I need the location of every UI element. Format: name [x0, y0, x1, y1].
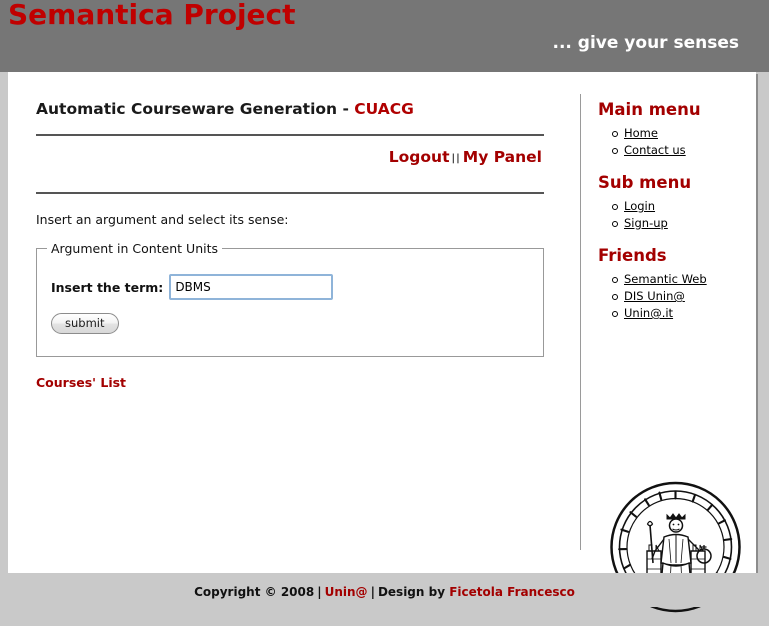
term-row: Insert the term: [47, 264, 533, 300]
sidebar-heading-friends: Friends [598, 246, 748, 269]
site-footer: Copyright © 2008|Unin@|Design by Ficetol… [0, 573, 769, 607]
sidebar-list-friends: Semantic Web DIS Unin@ Unin@.it [598, 269, 748, 322]
footer-copyright: Copyright © 2008 [194, 585, 314, 599]
site-title: Semantica Project [8, 0, 296, 31]
list-item[interactable]: Sign-up [612, 215, 748, 232]
sidebar-list-main-menu: Home Contact us [598, 123, 748, 159]
column-divider [580, 94, 581, 550]
footer-text: Copyright © 2008|Unin@|Design by Ficetol… [0, 585, 769, 599]
argument-fieldset-legend: Argument in Content Units [47, 241, 222, 256]
sidebar-item-unina-it[interactable]: Unin@.it [624, 306, 673, 320]
footer-pipe-2: | [368, 585, 378, 599]
sidebar-heading-sub-menu: Sub menu [598, 173, 748, 196]
my-panel-link[interactable]: My Panel [463, 148, 542, 166]
sidebar-item-dis-unina[interactable]: DIS Unin@ [624, 289, 685, 303]
sidebar-heading-main-menu: Main menu [598, 100, 748, 123]
footer-designer: Ficetola Francesco [449, 585, 575, 599]
auth-separator: || [449, 153, 462, 164]
logout-link[interactable]: Logout [389, 148, 450, 166]
sidebar-item-home[interactable]: Home [624, 126, 658, 140]
footer-pipe-1: | [314, 585, 324, 599]
courses-list-link[interactable]: Courses' List [36, 375, 126, 390]
submit-row: submit [47, 300, 533, 334]
list-item[interactable]: Contact us [612, 142, 748, 159]
site-tagline: ... give your senses [552, 33, 739, 53]
sidebar-item-login[interactable]: Login [624, 199, 655, 213]
sidebar-item-contact-us[interactable]: Contact us [624, 143, 686, 157]
footer-org-link[interactable]: Unin@ [325, 585, 368, 599]
page-title-prefix: Automatic Courseware Generation - [36, 100, 354, 118]
sidebar-list-sub-menu: Login Sign-up [598, 196, 748, 232]
sidebar-block-friends: Friends Semantic Web DIS Unin@ Unin@.it [598, 246, 748, 322]
footer-design-prefix: Design by [378, 585, 449, 599]
term-input[interactable] [169, 274, 333, 300]
sidebar-block-sub-menu: Sub menu Login Sign-up [598, 173, 748, 232]
auth-bar: Logout||My Panel [36, 136, 544, 176]
term-label: Insert the term: [51, 280, 163, 295]
argument-fieldset: Argument in Content Units Insert the ter… [36, 241, 544, 357]
sidebar-block-main-menu: Main menu Home Contact us [598, 100, 748, 159]
list-item[interactable]: Semantic Web [612, 271, 748, 288]
list-item[interactable]: Unin@.it [612, 305, 748, 322]
sidebar-item-sign-up[interactable]: Sign-up [624, 216, 668, 230]
main-column: Automatic Courseware Generation - CUACG … [36, 92, 544, 391]
sidebar-item-semantic-web[interactable]: Semantic Web [624, 272, 707, 286]
page-title: Automatic Courseware Generation - CUACG [36, 92, 544, 118]
sidebar: Main menu Home Contact us Sub menu Login… [598, 100, 748, 332]
intro-text: Insert an argument and select its sense: [36, 194, 544, 237]
site-header: Semantica Project ... give your senses [0, 0, 769, 72]
list-item[interactable]: Login [612, 198, 748, 215]
list-item[interactable]: Home [612, 125, 748, 142]
page-title-accent: CUACG [354, 100, 414, 118]
content-panel: Automatic Courseware Generation - CUACG … [8, 72, 756, 573]
list-item[interactable]: DIS Unin@ [612, 288, 748, 305]
submit-button[interactable]: submit [51, 313, 119, 334]
